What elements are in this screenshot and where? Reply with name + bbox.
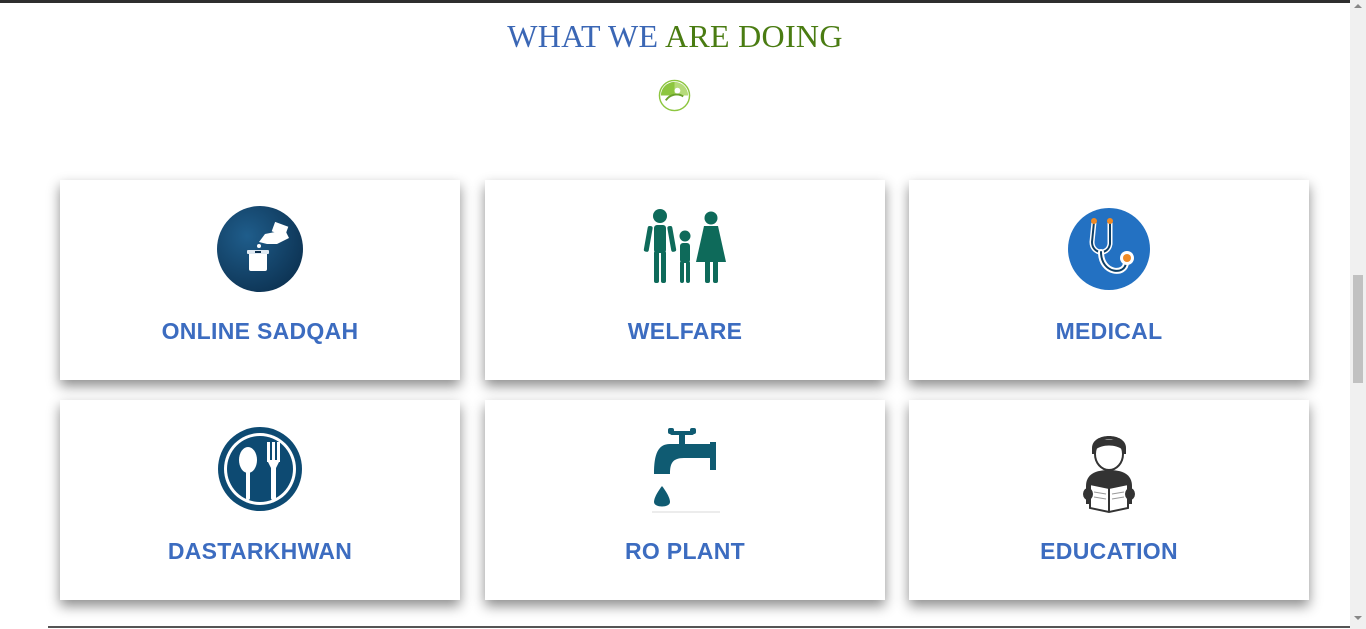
stethoscope-icon: [1068, 208, 1150, 290]
card-label: MEDICAL: [1055, 318, 1163, 344]
scroll-down-arrow-icon[interactable]: [1354, 616, 1362, 620]
emblem-icon: [658, 79, 691, 112]
top-border: [0, 0, 1350, 3]
card-welfare[interactable]: WELFARE: [485, 180, 885, 380]
section-title-part2: ARE DOING: [664, 18, 843, 54]
card-education[interactable]: EDUCATION: [909, 400, 1309, 600]
card-label: DASTARKHWAN: [167, 538, 353, 564]
family-icon: [643, 209, 726, 283]
donation-hand-icon: [217, 206, 303, 292]
card-online-sadqah[interactable]: ONLINE SADQAH: [60, 180, 460, 380]
spoon-fork-icon: [218, 427, 302, 511]
card-label: EDUCATION: [1040, 538, 1178, 564]
vertical-scrollbar[interactable]: [1350, 0, 1366, 629]
student-reading-icon: [1083, 436, 1135, 514]
card-label: WELFARE: [627, 318, 743, 344]
card-label: RO PLANT: [625, 538, 745, 564]
card-dastarkhwan[interactable]: DASTARKHWAN: [60, 400, 460, 600]
bottom-divider: [48, 626, 1350, 628]
section-title-part1: WHAT WE: [507, 18, 659, 54]
card-label: ONLINE SADQAH: [161, 318, 359, 344]
scroll-thumb[interactable]: [1353, 275, 1363, 383]
scroll-up-arrow-icon[interactable]: [1354, 4, 1362, 8]
section-title: WHAT WE ARE DOING: [0, 18, 1350, 55]
card-medical[interactable]: MEDICAL: [909, 180, 1309, 380]
card-ro-plant[interactable]: RO PLANT: [485, 400, 885, 600]
water-tap-icon: [652, 428, 720, 513]
